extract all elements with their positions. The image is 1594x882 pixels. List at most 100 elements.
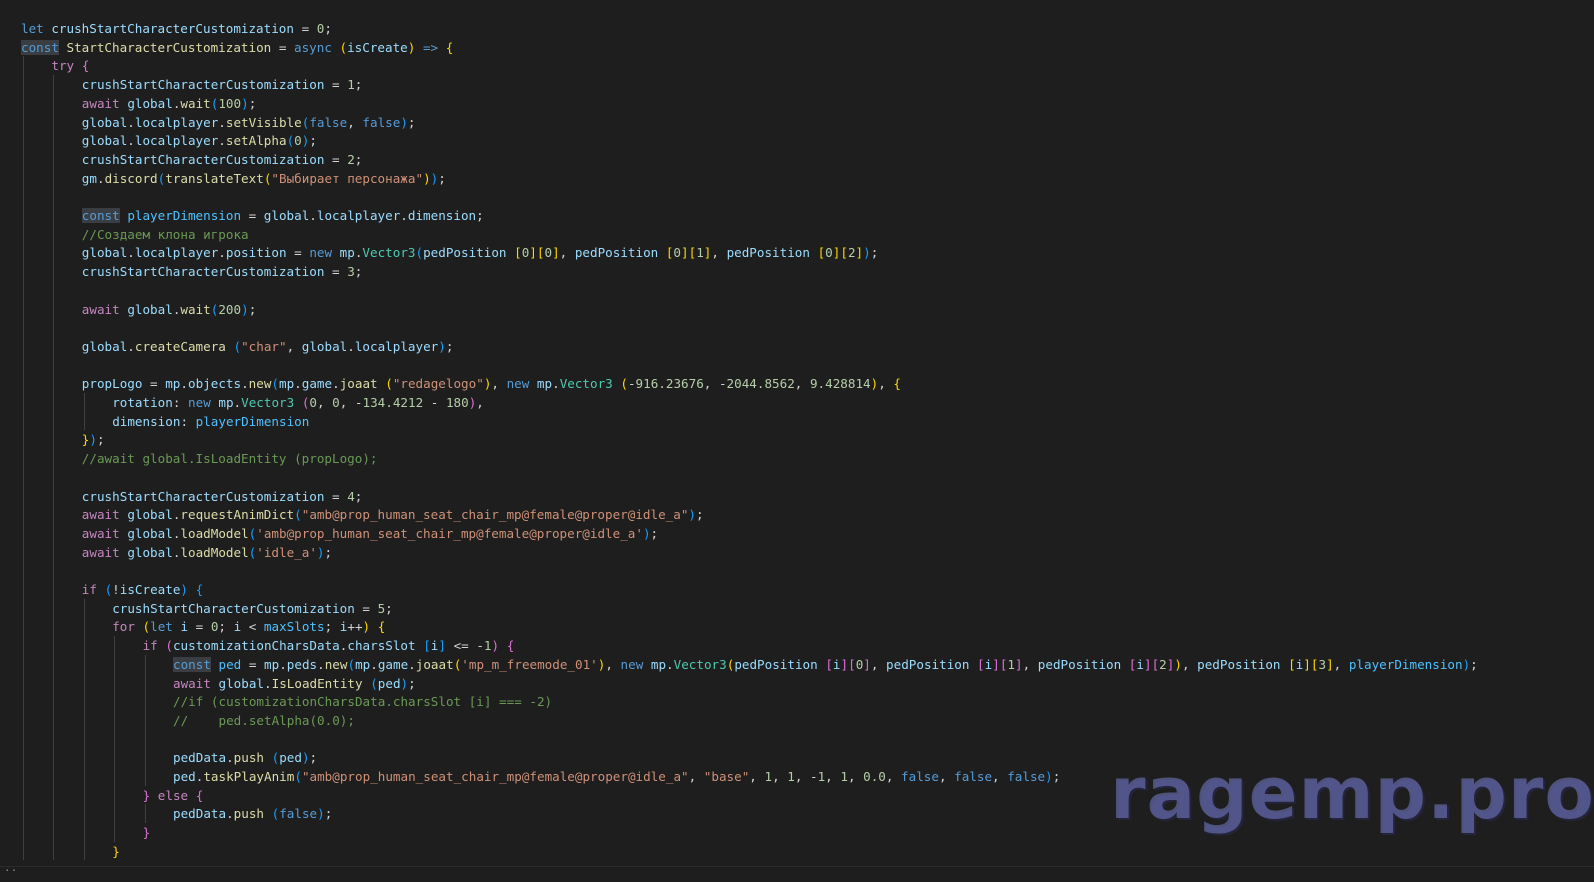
code-token: new xyxy=(506,376,530,392)
code-token: ) xyxy=(423,170,431,186)
code-line[interactable]: try { xyxy=(51,56,89,75)
code-token: . xyxy=(309,208,317,223)
code-token: isCreate xyxy=(347,39,408,55)
code-line[interactable]: rotation: new mp.Vector3 (0, 0, -134.421… xyxy=(112,393,484,412)
code-token: isCreate xyxy=(119,582,181,597)
code-token: global xyxy=(263,208,310,223)
code-token: ped xyxy=(218,656,242,672)
code-token: . xyxy=(127,133,135,149)
code-token: else xyxy=(157,787,189,803)
code-token: , - xyxy=(703,376,727,392)
code-token: dimension xyxy=(112,413,181,429)
code-token: ped xyxy=(173,769,196,784)
code-token: { xyxy=(506,638,515,654)
code-token: [ xyxy=(977,656,985,672)
code-token: false xyxy=(309,114,348,130)
code-line[interactable]: await global.requestAnimDict("amb@prop_h… xyxy=(82,505,704,524)
code-line[interactable]: //await global.IsLoadEntity (propLogo); xyxy=(82,449,378,468)
code-line[interactable]: crushStartCharacterCustomization = 2; xyxy=(82,150,363,169)
watermark-logo: ragemp.pro xyxy=(1110,751,1594,835)
code-line[interactable]: global.localplayer.setAlpha(0); xyxy=(82,131,317,150)
code-token: [ xyxy=(840,245,848,261)
code-token: global xyxy=(218,675,265,691)
code-editor[interactable]: let crushStartCharacterCustomization = 0… xyxy=(0,0,1594,882)
code-line[interactable]: }); xyxy=(82,430,105,449)
code-token: //if (customizationCharsData.charsSlot [… xyxy=(173,694,553,710)
code-line[interactable]: crushStartCharacterCustomization = 1; xyxy=(82,75,363,94)
code-line[interactable]: //Создаем клона игрока xyxy=(82,225,249,244)
code-token: global xyxy=(127,544,173,560)
code-line[interactable]: await global.IsLoadEntity (ped); xyxy=(173,674,416,693)
code-line[interactable]: if (customizationCharsData.charsSlot [i]… xyxy=(143,636,515,655)
indent-guide xyxy=(144,654,146,786)
code-token: ; xyxy=(696,507,704,523)
code-token: 'idle_a' xyxy=(256,544,317,560)
code-line[interactable]: pedData.push (ped); xyxy=(173,748,317,767)
code-token: ( xyxy=(415,245,424,261)
code-token: IsLoadEntity xyxy=(271,675,363,691)
code-token: ) xyxy=(316,544,325,560)
code-line[interactable]: if (!isCreate) { xyxy=(82,580,203,599)
code-line[interactable]: let crushStartCharacterCustomization = 0… xyxy=(21,19,332,38)
code-token: ] xyxy=(840,656,849,672)
code-line[interactable]: await global.wait(200); xyxy=(82,300,256,319)
code-token: pedPosition xyxy=(574,245,659,261)
code-token: , xyxy=(1181,656,1198,672)
code-line[interactable]: await global.loadModel('amb@prop_human_s… xyxy=(82,524,658,543)
code-token: dimension xyxy=(407,208,477,223)
code-token: => xyxy=(422,39,439,55)
code-line[interactable]: propLogo = mp.objects.new(mp.game.joaat … xyxy=(82,374,901,393)
code-line[interactable]: gm.discord(translateText("Выбирает персо… xyxy=(82,169,446,188)
code-token: "Выбирает персонажа" xyxy=(271,170,424,186)
code-line[interactable]: for (let i = 0; i < maxSlots; i++) { xyxy=(112,617,385,636)
code-token: loadModel xyxy=(180,544,249,560)
code-token: localplayer xyxy=(316,208,401,223)
code-token: new xyxy=(188,395,211,410)
code-token: objects xyxy=(187,376,242,392)
code-token: "char" xyxy=(241,338,287,354)
code-token: . xyxy=(96,170,105,186)
code-line[interactable]: global.localplayer.position = new mp.Vec… xyxy=(82,243,879,262)
code-line[interactable]: } xyxy=(112,842,120,861)
code-line[interactable]: } xyxy=(143,823,151,842)
code-line[interactable]: } else { xyxy=(143,786,204,805)
code-line[interactable]: //if (customizationCharsData.charsSlot [… xyxy=(173,692,552,711)
code-line[interactable]: await global.wait(100); xyxy=(82,94,256,113)
code-token: crushStartCharacterCustomization xyxy=(81,488,325,504)
code-line[interactable]: // ped.setAlpha(0.0); xyxy=(173,711,355,730)
code-token: global xyxy=(81,245,128,261)
code-line[interactable]: pedData.push (false); xyxy=(173,804,332,823)
code-token: ; xyxy=(870,245,879,261)
code-token: global xyxy=(127,95,173,111)
code-line[interactable]: crushStartCharacterCustomization = 4; xyxy=(82,487,363,506)
code-token: . xyxy=(226,750,234,766)
indent-guide xyxy=(83,598,85,861)
fold-indicator-icon[interactable]: ·· xyxy=(4,864,17,877)
code-line[interactable]: const StartCharacterCustomization = asyn… xyxy=(21,38,453,57)
code-token: 2 xyxy=(1159,656,1167,672)
code-token: pedData xyxy=(173,806,227,822)
code-token: ; xyxy=(248,301,257,317)
code-line[interactable]: await global.loadModel('idle_a'); xyxy=(82,543,332,562)
code-token: = xyxy=(324,77,348,93)
code-token: mp xyxy=(650,656,667,672)
code-token: ) xyxy=(642,525,651,541)
code-line[interactable]: dimension: playerDimension xyxy=(112,412,309,431)
code-line[interactable]: global.createCamera ("char", global.loca… xyxy=(82,337,454,356)
code-token: } xyxy=(112,843,120,859)
code-token: const xyxy=(81,208,120,223)
code-line[interactable]: ped.taskPlayAnim("amb@prop_human_seat_ch… xyxy=(173,767,1060,786)
code-line[interactable]: const playerDimension = global.localplay… xyxy=(81,206,484,225)
code-token: let xyxy=(21,21,44,36)
code-token: //await global.IsLoadEntity (propLogo); xyxy=(81,451,378,467)
code-line[interactable]: crushStartCharacterCustomization = 3; xyxy=(82,262,363,281)
code-token: ; xyxy=(385,600,393,616)
code-line[interactable]: global.localplayer.setVisible(false, fal… xyxy=(82,113,416,132)
code-line[interactable]: crushStartCharacterCustomization = 5; xyxy=(112,599,393,618)
code-line[interactable]: const ped = mp.peds.new(mp.game.joaat('m… xyxy=(173,655,1478,674)
